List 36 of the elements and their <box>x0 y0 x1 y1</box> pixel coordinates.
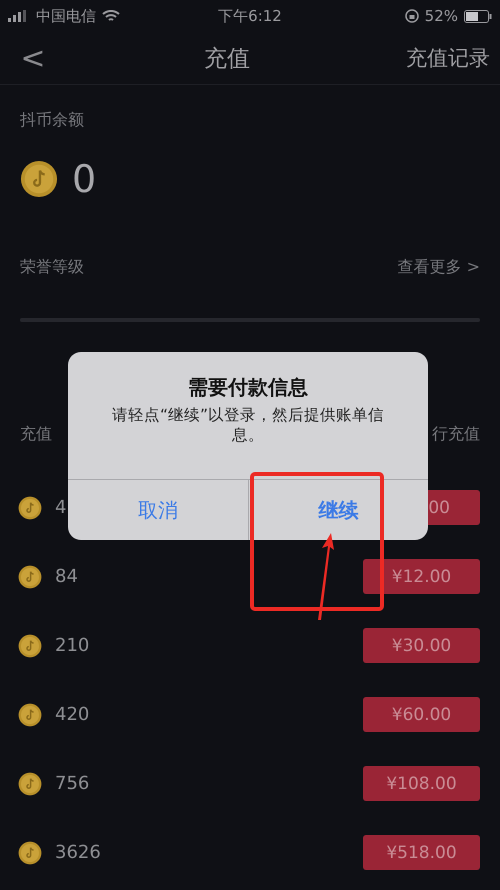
balance-label: 抖币余额 <box>20 109 85 131</box>
coin-amount: 3626 <box>55 842 101 863</box>
view-more-link[interactable]: 查看更多 > <box>398 257 480 278</box>
price-button[interactable]: ¥30.00 <box>363 628 480 663</box>
page-title: 充值 <box>204 44 250 74</box>
status-time: 下午6:12 <box>218 6 282 26</box>
coin-icon <box>18 496 42 520</box>
coin-icon <box>18 564 42 588</box>
recharge-history-link[interactable]: 充值记录 <box>406 44 490 72</box>
dialog-message: 请轻点“继续”以登录，然后提供账单信息。 <box>110 405 386 446</box>
price-button[interactable]: ¥108.00 <box>363 766 480 801</box>
coin-amount: 210 <box>55 635 90 656</box>
coin-amount: 4 <box>55 497 66 518</box>
dialog-title: 需要付款信息 <box>188 374 308 401</box>
coin-icon <box>18 702 42 726</box>
carrier-name: 中国电信 <box>36 6 96 26</box>
recharge-label: 充值 <box>20 424 52 445</box>
price-button[interactable]: ¥518.00 <box>363 835 480 870</box>
coin-amount: 756 <box>55 773 90 794</box>
balance-value: 0 <box>72 157 96 201</box>
coin-amount: 420 <box>55 704 90 725</box>
battery-percent: 52% <box>424 7 458 25</box>
coin-icon <box>18 840 42 864</box>
wifi-icon <box>102 10 120 22</box>
price-button[interactable]: ¥60.00 <box>363 697 480 732</box>
coin-amount: 84 <box>55 566 78 587</box>
coin-icon <box>20 160 58 198</box>
cancel-button[interactable]: 取消 <box>68 480 248 540</box>
back-button[interactable]: < <box>18 40 48 76</box>
coin-icon <box>18 634 42 658</box>
honor-level-label: 荣誉等级 <box>20 257 84 278</box>
custom-recharge-label: 行充值 <box>432 424 480 445</box>
rotation-lock-icon <box>404 9 419 23</box>
price-button[interactable]: ¥12.00 <box>363 559 480 594</box>
coin-icon <box>18 772 42 796</box>
battery-icon <box>464 10 492 22</box>
